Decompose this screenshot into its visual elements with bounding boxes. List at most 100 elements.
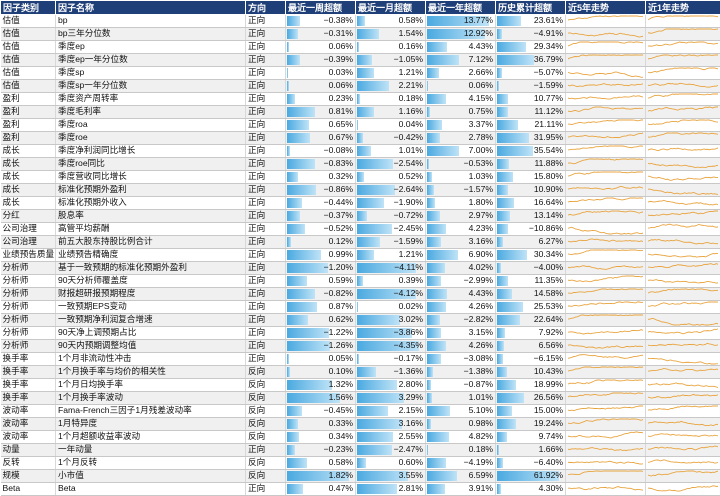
week-excess-bar	[287, 133, 310, 143]
month-excess-cell: −0.72%	[356, 210, 426, 223]
history-excess-cell: −6.15%	[496, 353, 566, 366]
table-row[interactable]: 分析师90天内预期调整均值正向−1.26%−4.35%4.26%6.56%	[1, 340, 720, 353]
factor-direction: 正向	[246, 314, 286, 327]
year-excess-value: −2.99%	[464, 275, 493, 285]
year-excess-cell: −3.08%	[426, 353, 496, 366]
header-5y-trend[interactable]: 近5年走势	[566, 1, 646, 15]
year-excess-value: 3.15%	[469, 327, 493, 337]
week-excess-cell: 0.05%	[286, 353, 356, 366]
table-row[interactable]: 业绩预告质量业绩预告精确度正向0.99%1.21%6.90%30.34%	[1, 249, 720, 262]
trend-line	[568, 355, 643, 359]
history-excess-value: 1.66%	[539, 444, 563, 454]
trend-5y-cell	[566, 41, 646, 54]
year-excess-cell: −1.57%	[426, 184, 496, 197]
table-row[interactable]: 换手率1个月换手率波动反向1.56%3.29%1.01%26.56%	[1, 392, 720, 405]
week-excess-bar	[287, 94, 295, 104]
week-excess-bar	[287, 419, 298, 429]
trend-5y-cell	[566, 366, 646, 379]
table-row[interactable]: 估值季度ep正向0.06%0.16%4.43%29.34%	[1, 41, 720, 54]
table-row[interactable]: 换手率1个月非流动性冲击正向0.05%−0.17%−3.08%−6.15%	[1, 353, 720, 366]
table-row[interactable]: 分析师一致预期净利润复合增速正向0.62%3.02%−2.82%22.64%	[1, 314, 720, 327]
table-row[interactable]: 换手率1个月换手率与均价的相关性反向0.10%−1.36%−1.38%10.43…	[1, 366, 720, 379]
trend-5y-cell	[566, 418, 646, 431]
year-excess-bar	[427, 211, 440, 221]
table-row[interactable]: 估值bp三年分位数正向−0.31%1.54%12.92%−4.91%	[1, 28, 720, 41]
year-excess-cell: 13.77%	[426, 15, 496, 28]
year-excess-cell: −0.53%	[426, 158, 496, 171]
week-excess-cell: −0.08%	[286, 145, 356, 158]
week-excess-bar	[287, 172, 298, 182]
table-row[interactable]: 成长季度净利润同比增长正向−0.08%1.01%7.00%35.54%	[1, 145, 720, 158]
table-row[interactable]: 换手率1个月日均换手率反向1.32%2.80%−0.87%18.99%	[1, 379, 720, 392]
table-row[interactable]: 分析师财报超研报预期程度正向−0.82%−4.12%4.43%14.58%	[1, 288, 720, 301]
year-excess-value: 3.16%	[469, 236, 493, 246]
table-row[interactable]: 估值bp正向−0.38%0.58%13.77%23.61%	[1, 15, 720, 28]
table-row[interactable]: 估值季度ep一年分位数正向−0.39%−1.05%7.12%36.79%	[1, 54, 720, 67]
factor-name: 1个月换手率波动	[56, 392, 246, 405]
table-row[interactable]: 成长标准化预期外盈利正向−0.86%−2.64%−1.57%10.90%	[1, 184, 720, 197]
factor-direction: 正向	[246, 223, 286, 236]
table-row[interactable]: 盈利季度roa正向0.65%0.04%3.37%21.11%	[1, 119, 720, 132]
table-row[interactable]: 估值季度sp一年分位数正向0.06%2.21%0.06%−1.59%	[1, 80, 720, 93]
table-row[interactable]: 动量一年动量正向−0.23%−2.47%0.18%1.66%	[1, 444, 720, 457]
header-year-excess[interactable]: 最近一年超额	[426, 1, 496, 15]
header-direction[interactable]: 方向	[246, 1, 286, 15]
factor-direction: 反向	[246, 470, 286, 483]
table-row[interactable]: 波动率1个月超额收益率波动反向0.34%2.55%4.82%9.74%	[1, 431, 720, 444]
factor-direction: 正向	[246, 93, 286, 106]
table-row[interactable]: 估值季度sp正向0.03%1.21%2.66%−5.07%	[1, 67, 720, 80]
table-row[interactable]: 成长标准化预期外收入正向−0.44%−1.90%1.80%16.64%	[1, 197, 720, 210]
table-row[interactable]: 盈利季度毛利率正向0.81%1.16%0.75%11.12%	[1, 106, 720, 119]
trend-1y-cell	[646, 431, 720, 444]
year-excess-value: 4.26%	[469, 301, 493, 311]
history-excess-value: 30.34%	[534, 249, 563, 259]
table-row[interactable]: 分析师90天分析师覆盖度正向0.59%0.39%−2.99%11.35%	[1, 275, 720, 288]
month-excess-cell: −4.12%	[356, 288, 426, 301]
header-factor-name[interactable]: 因子名称	[56, 1, 246, 15]
header-week-excess[interactable]: 最近一周超额	[286, 1, 356, 15]
trend-line	[568, 42, 643, 46]
month-excess-cell: −1.36%	[356, 366, 426, 379]
year-excess-value: 2.78%	[469, 132, 493, 142]
table-row[interactable]: 成长季度营收同比增长正向0.32%0.52%1.03%15.80%	[1, 171, 720, 184]
header-1y-trend[interactable]: 近1年走势	[646, 1, 720, 15]
table-row[interactable]: BetaBeta正向0.47%2.81%3.91%4.30%	[1, 483, 720, 496]
trend-line	[568, 406, 643, 411]
trend-1y-cell	[646, 327, 720, 340]
header-month-excess[interactable]: 最近一月超额	[356, 1, 426, 15]
week-excess-value: 0.87%	[329, 301, 353, 311]
table-row[interactable]: 分析师一致预期EPS变动正向0.87%0.02%4.26%25.53%	[1, 301, 720, 314]
trend-line	[648, 42, 718, 46]
trend-line	[568, 239, 643, 242]
table-row[interactable]: 盈利季度资产周转率正向0.23%0.18%4.15%10.77%	[1, 93, 720, 106]
table-row[interactable]: 成长季度roe同比正向−0.83%−2.54%−0.53%11.88%	[1, 158, 720, 171]
table-row[interactable]: 波动率1月特异度反向0.33%3.16%0.98%19.24%	[1, 418, 720, 431]
trend-1y-cell	[646, 457, 720, 470]
month-excess-cell: 1.21%	[356, 67, 426, 80]
trend-line	[648, 329, 718, 334]
factor-name: 业绩预告精确度	[56, 249, 246, 262]
week-excess-value: 0.67%	[329, 132, 353, 142]
history-excess-cell: 4.30%	[496, 483, 566, 496]
history-excess-cell: 7.92%	[496, 327, 566, 340]
table-row[interactable]: 公司治理高管平均薪酬正向−0.52%−2.45%4.23%−10.86%	[1, 223, 720, 236]
header-history-excess[interactable]: 历史累计超额	[496, 1, 566, 15]
table-row[interactable]: 规模小市值反向1.82%3.55%6.59%61.92%	[1, 470, 720, 483]
table-row[interactable]: 分析师90天净上调预期占比正向−1.22%−3.86%3.15%7.92%	[1, 327, 720, 340]
history-excess-bar	[497, 380, 516, 390]
table-row[interactable]: 公司治理前五大股东持股比例合计正向0.12%−1.59%3.16%6.27%	[1, 236, 720, 249]
year-excess-cell: 3.15%	[426, 327, 496, 340]
week-excess-cell: 0.32%	[286, 171, 356, 184]
table-row[interactable]: 盈利季度roe正向0.67%−0.42%2.78%31.95%	[1, 132, 720, 145]
table-row[interactable]: 分析师基于一致预期的标准化预期外盈利正向−1.20%−4.11%4.02%−4.…	[1, 262, 720, 275]
week-excess-bar	[287, 315, 308, 325]
week-excess-cell: −0.37%	[286, 210, 356, 223]
table-row[interactable]: 波动率Fama-French三因子1月残差波动率反向−0.45%2.15%5.1…	[1, 405, 720, 418]
week-excess-value: 0.32%	[329, 171, 353, 181]
table-row[interactable]: 反转1个月反转反向0.58%0.60%−4.19%−6.40%	[1, 457, 720, 470]
trend-line	[648, 421, 718, 425]
week-excess-bar	[287, 42, 289, 52]
factor-name: 基于一致预期的标准化预期外盈利	[56, 262, 246, 275]
header-category[interactable]: 因子类别	[1, 1, 56, 15]
table-row[interactable]: 分红股息率正向−0.37%−0.72%2.97%13.14%	[1, 210, 720, 223]
